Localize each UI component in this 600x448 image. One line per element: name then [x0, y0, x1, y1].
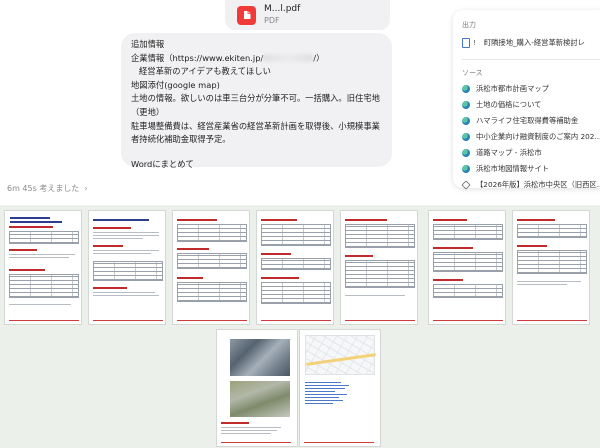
globe-icon — [462, 165, 470, 174]
attachment-file-type: PDF — [264, 16, 280, 25]
map-thumbnail — [305, 335, 376, 375]
source-label: 土地の価格について — [476, 100, 542, 110]
source-item[interactable]: 中小企業向け融資制度のご案内 202... — [462, 130, 600, 145]
message-line: 経営革新のアイデアも教えてほしい — [139, 66, 271, 77]
source-label: 中小企業向け融資制度のご案内 202... — [476, 132, 600, 142]
sources-panel: 出力 ! 町隣接地_購入-経営革新検討レ ソース 浜松市都市計画マップ 土地の価… — [453, 10, 600, 190]
user-message-bubble: 追加情報 企業情報（https://www.ekiten.jp/ /） 経営革新の… — [121, 33, 392, 169]
message-line: Wordにまとめて — [131, 158, 194, 169]
sources-heading: ソース — [462, 69, 483, 77]
message-url-start: 企業情報（https://www.ekiten.jp/ — [131, 52, 264, 63]
output-heading: 出力 — [462, 21, 476, 29]
document-icon — [462, 38, 470, 48]
warning-icon: ! — [473, 39, 476, 47]
source-item[interactable]: ハマライフ住宅取得費等補助金 — [462, 114, 600, 129]
document-page-thumbnail[interactable] — [299, 329, 381, 447]
aerial-photo-thumbnail — [230, 339, 290, 376]
source-item[interactable]: 浜松市都市計画マップ — [462, 82, 600, 97]
redacted-text — [263, 54, 314, 63]
source-label: 浜松市都市計画マップ — [476, 84, 549, 94]
site-photo-thumbnail — [230, 381, 290, 417]
message-line: 追加情報 — [131, 39, 165, 49]
source-label: ハマライフ住宅取得費等補助金 — [476, 116, 579, 126]
globe-icon — [462, 85, 470, 94]
output-document-item[interactable]: ! 町隣接地_購入-経営革新検討レ — [462, 37, 600, 49]
source-item[interactable]: 道路マップ - 浜松市 — [462, 146, 600, 161]
source-label: 道路マップ - 浜松市 — [476, 148, 542, 158]
output-document-title: 町隣接地_購入-経営革新検討レ — [483, 38, 585, 47]
document-page-thumbnail[interactable] — [512, 210, 590, 325]
message-line: 地図添付(google map) — [131, 79, 220, 90]
document-page-thumbnail[interactable] — [88, 210, 166, 325]
globe-icon — [462, 133, 470, 142]
document-preview-strip — [0, 205, 600, 448]
document-page-thumbnail[interactable] — [428, 210, 506, 325]
attachment-file-name: M...l.pdf — [264, 4, 301, 14]
message-url-end: /） — [313, 52, 325, 63]
message-line: 企業情報（https://www.ekiten.jp/ /） — [131, 52, 382, 66]
document-page-thumbnail[interactable] — [340, 210, 418, 325]
document-page-thumbnail[interactable] — [216, 329, 298, 447]
document-page-thumbnail[interactable] — [256, 210, 334, 325]
sources-list: 浜松市都市計画マップ 土地の価格について ハマライフ住宅取得費等補助金 中小企業… — [461, 82, 600, 193]
globe-icon — [462, 149, 470, 158]
pdf-file-icon — [237, 5, 256, 25]
source-item[interactable]: 浜松市地図情報サイト — [462, 162, 600, 177]
document-page-thumbnail[interactable] — [4, 210, 82, 325]
source-item[interactable]: 【2026年版】浜松市中央区（旧西区... — [461, 178, 600, 193]
message-line: 駐車場整備費は、経営産業省の経営革新計画を取得後、小規模事業者持続化補助金取得予… — [131, 120, 380, 145]
thinking-summary-toggle[interactable]: 6m 45s 考えました › — [7, 183, 88, 194]
source-item[interactable]: 土地の価格について — [462, 98, 600, 113]
cube-icon — [461, 180, 471, 190]
attachment-chip[interactable]: M...l.pdf PDF — [225, 0, 390, 30]
message-line: 土地の情報。欲しいのは車三台分が分筆不可。一括購入。旧住宅地（更地） — [131, 93, 380, 117]
chevron-right-icon: › — [84, 184, 88, 193]
globe-icon — [462, 101, 470, 110]
document-page-thumbnail[interactable] — [172, 210, 250, 325]
globe-icon — [462, 117, 470, 126]
thinking-duration-label: 6m 45s 考えました — [7, 184, 80, 193]
source-label: 浜松市地図情報サイト — [476, 164, 549, 174]
divider — [462, 59, 600, 60]
source-label: 【2026年版】浜松市中央区（旧西区... — [476, 180, 600, 190]
